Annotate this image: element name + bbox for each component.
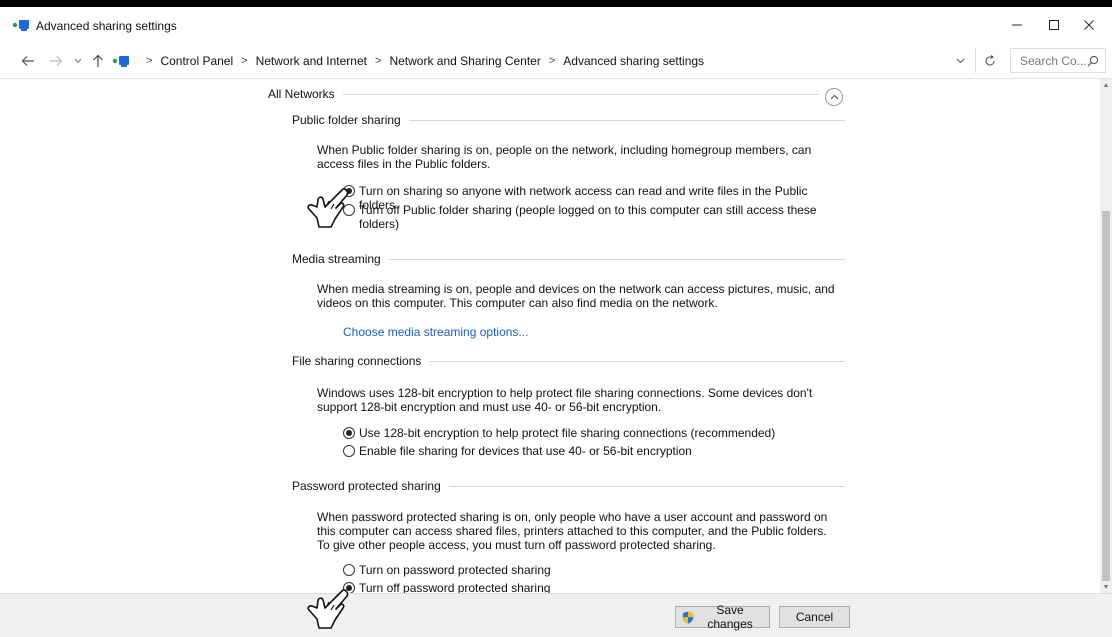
refresh-icon <box>984 54 995 66</box>
breadcrumb[interactable]: > Control Panel > Network and Internet >… <box>112 48 967 73</box>
close-button[interactable] <box>1066 7 1112 43</box>
encryption-128-option[interactable]: Use 128-bit encryption to help protect f… <box>343 426 843 440</box>
minimize-icon <box>1012 24 1022 26</box>
section-title: File sharing connections <box>292 354 422 368</box>
divider <box>429 360 845 362</box>
chevron-down-icon <box>74 58 82 64</box>
media-streaming-section-header: Media streaming <box>292 252 845 266</box>
title-bar: Advanced sharing settings <box>0 7 1112 43</box>
hand-pointer-cursor-icon <box>307 188 349 228</box>
radio-label: Use 128-bit encryption to help protect f… <box>359 426 776 440</box>
search-icon <box>1087 55 1099 67</box>
screen-top-edge <box>0 0 1112 7</box>
section-title: Password protected sharing <box>292 479 441 493</box>
address-dropdown-button[interactable] <box>950 51 970 71</box>
cancel-button[interactable]: Cancel <box>779 606 850 628</box>
password-sharing-off-option[interactable]: Turn off password protected sharing <box>343 581 743 593</box>
scrollbar-thumb[interactable] <box>1102 211 1110 581</box>
public-folder-description: When Public folder sharing is on, people… <box>317 143 812 171</box>
uac-shield-icon <box>682 610 694 624</box>
chevron-down-icon <box>956 58 964 64</box>
search-input[interactable]: Search Co... <box>1010 48 1106 73</box>
radio-label: Enable file sharing for devices that use… <box>359 444 692 458</box>
forward-button[interactable] <box>46 51 66 71</box>
network-app-icon <box>12 20 29 31</box>
network-location-icon <box>112 55 129 67</box>
breadcrumb-separator: > <box>375 54 382 67</box>
collapse-profile-button[interactable] <box>825 88 843 106</box>
divider <box>388 258 845 260</box>
cancel-label: Cancel <box>795 610 834 624</box>
section-title: Public folder sharing <box>292 113 401 127</box>
chevron-up-icon <box>830 94 838 100</box>
search-placeholder: Search Co... <box>1020 53 1087 68</box>
refresh-button[interactable] <box>975 48 1003 73</box>
radio-label: Turn on password protected sharing <box>359 563 551 577</box>
scroll-down-arrow-icon[interactable]: ▼ <box>1100 581 1112 593</box>
encryption-40-56-option[interactable]: Enable file sharing for devices that use… <box>343 444 843 458</box>
section-title: Media streaming <box>292 252 381 266</box>
radio-label: Turn off password protected sharing <box>359 581 551 593</box>
window-title: Advanced sharing settings <box>36 19 177 33</box>
up-button[interactable] <box>88 51 108 71</box>
file-sharing-description: Windows uses 128-bit encryption to help … <box>317 386 813 414</box>
maximize-icon <box>1049 20 1059 30</box>
address-bar: > Control Panel > Network and Internet >… <box>0 43 1112 79</box>
up-arrow-icon <box>93 54 103 67</box>
hand-pointer-cursor-icon <box>307 589 349 629</box>
divider <box>448 485 845 487</box>
breadcrumb-separator: > <box>146 54 153 67</box>
scroll-up-arrow-icon[interactable]: ▲ <box>1100 79 1112 91</box>
radio-button-selected[interactable] <box>343 427 355 439</box>
close-icon <box>1084 20 1094 30</box>
public-folder-section-header: Public folder sharing <box>292 113 845 127</box>
radio-button[interactable] <box>343 445 355 457</box>
breadcrumb-network-and-sharing-center[interactable]: Network and Sharing Center <box>389 54 540 68</box>
profile-title: All Networks <box>268 87 335 101</box>
radio-label: Turn off Public folder sharing (people l… <box>359 203 817 231</box>
recent-locations-button[interactable] <box>68 51 88 71</box>
breadcrumb-separator: > <box>241 54 248 67</box>
settings-content: All Networks Public folder sharing When … <box>0 79 1100 593</box>
radio-button[interactable] <box>343 564 355 576</box>
breadcrumb-control-panel[interactable]: Control Panel <box>160 54 233 68</box>
password-sharing-section-header: Password protected sharing <box>292 479 845 493</box>
back-arrow-icon <box>21 56 34 66</box>
divider <box>342 93 820 95</box>
vertical-scrollbar[interactable]: ▲ ▼ <box>1100 79 1112 593</box>
breadcrumb-network-and-internet[interactable]: Network and Internet <box>256 54 367 68</box>
breadcrumb-separator: > <box>548 54 556 67</box>
file-sharing-section-header: File sharing connections <box>292 354 845 368</box>
back-button[interactable] <box>18 51 38 71</box>
media-streaming-description: When media streaming is on, people and d… <box>317 282 835 310</box>
profile-header: All Networks <box>268 87 820 101</box>
save-changes-label: Save changes <box>707 603 753 631</box>
password-sharing-description: When password protected sharing is on, o… <box>317 510 828 552</box>
divider <box>408 119 845 121</box>
media-streaming-options-link[interactable]: Choose media streaming options... <box>343 325 528 339</box>
forward-arrow-icon <box>50 56 63 66</box>
breadcrumb-advanced-sharing-settings[interactable]: Advanced sharing settings <box>563 54 704 68</box>
button-footer: Save changes Cancel <box>0 593 1112 637</box>
public-folder-off-option[interactable]: Turn off Public folder sharing (people l… <box>343 203 823 231</box>
password-sharing-on-option[interactable]: Turn on password protected sharing <box>343 563 743 577</box>
save-changes-button[interactable]: Save changes <box>675 603 770 631</box>
